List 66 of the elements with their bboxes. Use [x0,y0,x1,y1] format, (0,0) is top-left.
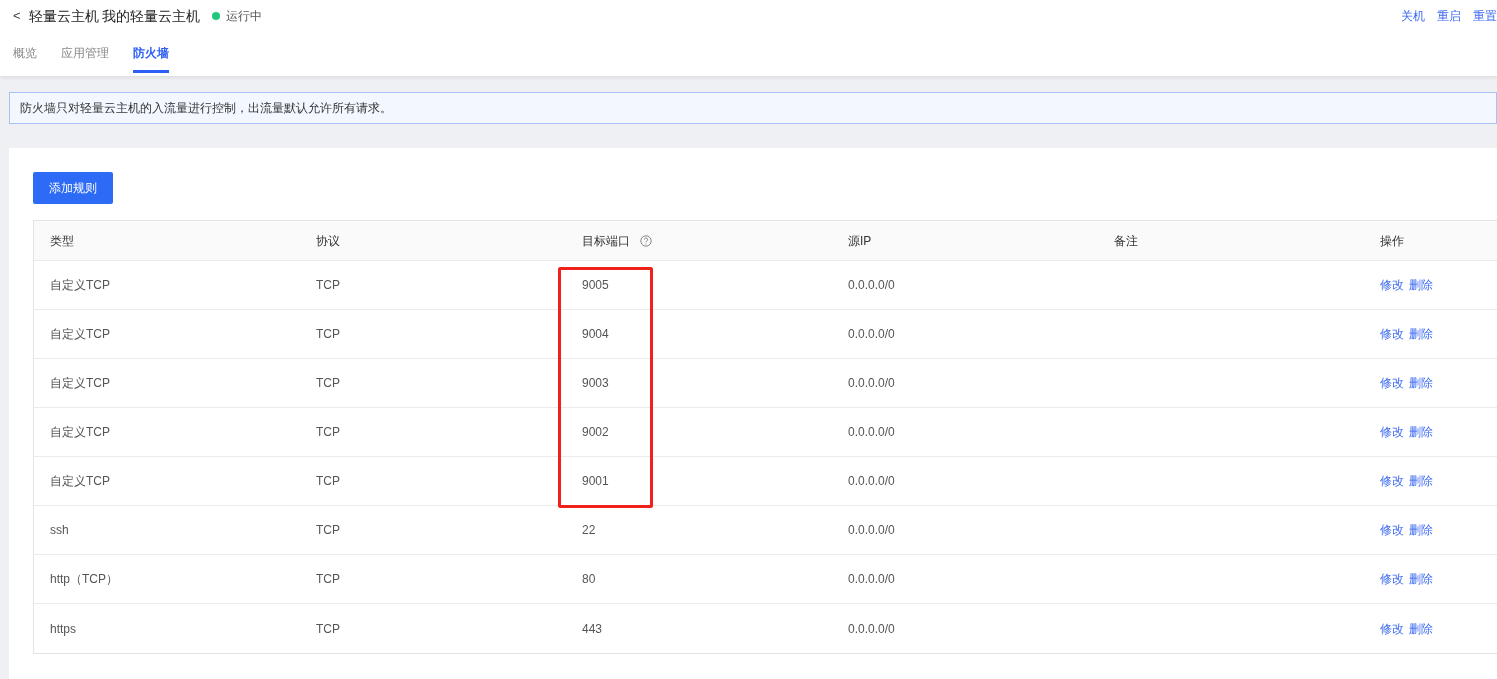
status-label: 运行中 [226,8,263,25]
protocol-cell: TCP [316,425,340,439]
protocol-column-header: 协议 [316,233,340,248]
source-ip-cell: 0.0.0.0/0 [848,572,895,586]
edit-link[interactable]: 修改 [1380,523,1404,537]
source-ip-cell: 0.0.0.0/0 [848,425,895,439]
tab[interactable]: 概览 [13,40,37,73]
type-cell: http（TCP） [50,572,118,586]
protocol-cell: TCP [316,327,340,341]
delete-link[interactable]: 删除 [1409,278,1433,292]
actions-column-header: 操作 [1380,233,1404,248]
port-cell-text: 9003 [582,375,609,392]
source-ip-cell: 0.0.0.0/0 [848,474,895,488]
protocol-cell: TCP [316,572,340,586]
delete-link[interactable]: 删除 [1409,621,1433,636]
type-cell: 自定义TCP [50,278,110,292]
edit-link[interactable]: 修改 [1380,621,1404,636]
port-cell-text: 80 [582,571,596,588]
delete-link[interactable]: 删除 [1409,474,1433,488]
port-column-header: 目标端口 [582,233,630,248]
protocol-cell: TCP [316,523,340,537]
delete-link[interactable]: 删除 [1409,376,1433,390]
source-column-header: 源IP [848,233,872,248]
type-cell: 自定义TCP [50,376,110,390]
help-icon[interactable] [640,234,652,247]
header-action-link[interactable]: 重置 [1473,7,1497,25]
tab[interactable]: 防火墙 [133,40,169,73]
protocol-cell: TCP [316,278,340,292]
edit-link[interactable]: 修改 [1380,327,1404,341]
type-cell: 自定义TCP [50,474,110,488]
source-ip-cell: 0.0.0.0/0 [848,621,895,636]
page-title: 轻量云主机 我的轻量云主机 [28,6,201,26]
protocol-cell: TCP [316,621,340,636]
port-cell-text: 9001 [582,473,609,490]
protocol-cell: TCP [316,474,340,488]
delete-link[interactable]: 删除 [1409,425,1433,439]
type-cell: ssh [50,523,69,537]
notice-banner: 防火墙只对轻量云主机的入流量进行控制，出流量默认允许所有请求。 [9,92,1497,124]
type-cell: 自定义TCP [50,327,110,341]
port-cell-text: 9004 [582,326,609,343]
type-cell: 自定义TCP [50,425,110,439]
protocol-cell: TCP [316,376,340,390]
delete-link[interactable]: 删除 [1409,572,1433,586]
port-cell-text: 443 [582,620,603,638]
type-cell: https [50,621,76,636]
note-column-header: 备注 [1114,233,1138,248]
edit-link[interactable]: 修改 [1380,425,1404,439]
port-cell-text: 9002 [582,424,609,441]
delete-link[interactable]: 删除 [1409,327,1433,341]
port-cell-text: 9005 [582,277,609,294]
source-ip-cell: 0.0.0.0/0 [848,278,895,292]
source-ip-cell: 0.0.0.0/0 [848,327,895,341]
edit-link[interactable]: 修改 [1380,376,1404,390]
back-chevron[interactable]: < [13,6,21,26]
source-ip-cell: 0.0.0.0/0 [848,523,895,537]
edit-link[interactable]: 修改 [1380,474,1404,488]
delete-link[interactable]: 删除 [1409,523,1433,537]
edit-link[interactable]: 修改 [1380,572,1404,586]
header-action-link[interactable]: 关机 [1401,7,1425,25]
type-column-header: 类型 [50,233,74,248]
source-ip-cell: 0.0.0.0/0 [848,376,895,390]
port-cell-text: 22 [582,522,596,539]
add-rule-button[interactable]: 添加规则 [33,172,113,204]
header-action-link[interactable]: 重启 [1437,7,1461,25]
tab[interactable]: 应用管理 [61,40,109,73]
edit-link[interactable]: 修改 [1380,278,1404,292]
